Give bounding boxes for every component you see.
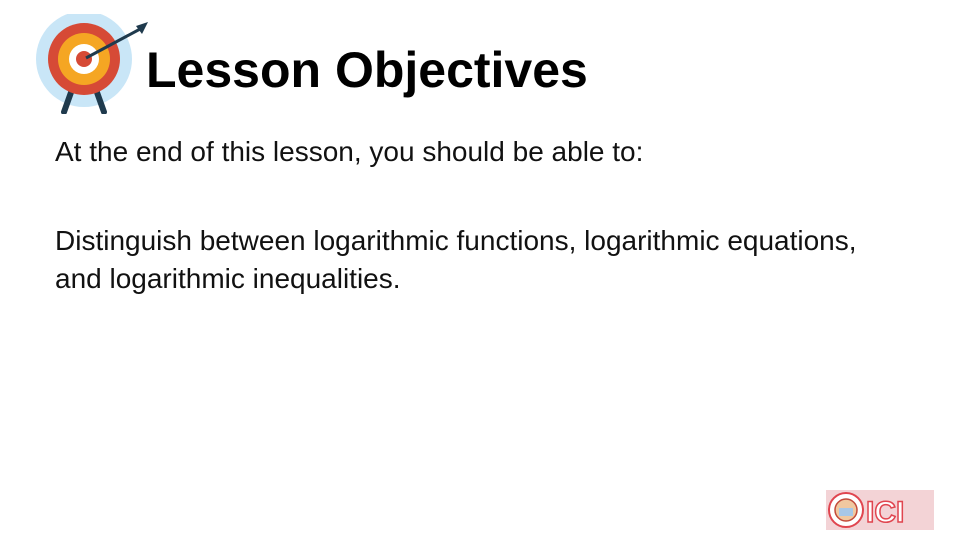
- ici-logo-graphic: ICI: [826, 490, 934, 530]
- slide: Lesson Objectives At the end of this les…: [0, 0, 960, 540]
- logo-text: ICI: [866, 496, 904, 529]
- intro-text: At the end of this lesson, you should be…: [55, 136, 644, 167]
- ici-logo: ICI: [826, 488, 934, 532]
- objective-item: Distinguish between logarithmic function…: [55, 225, 857, 294]
- slide-title: Lesson Objectives: [146, 42, 588, 98]
- target-arrow-icon: [36, 14, 148, 114]
